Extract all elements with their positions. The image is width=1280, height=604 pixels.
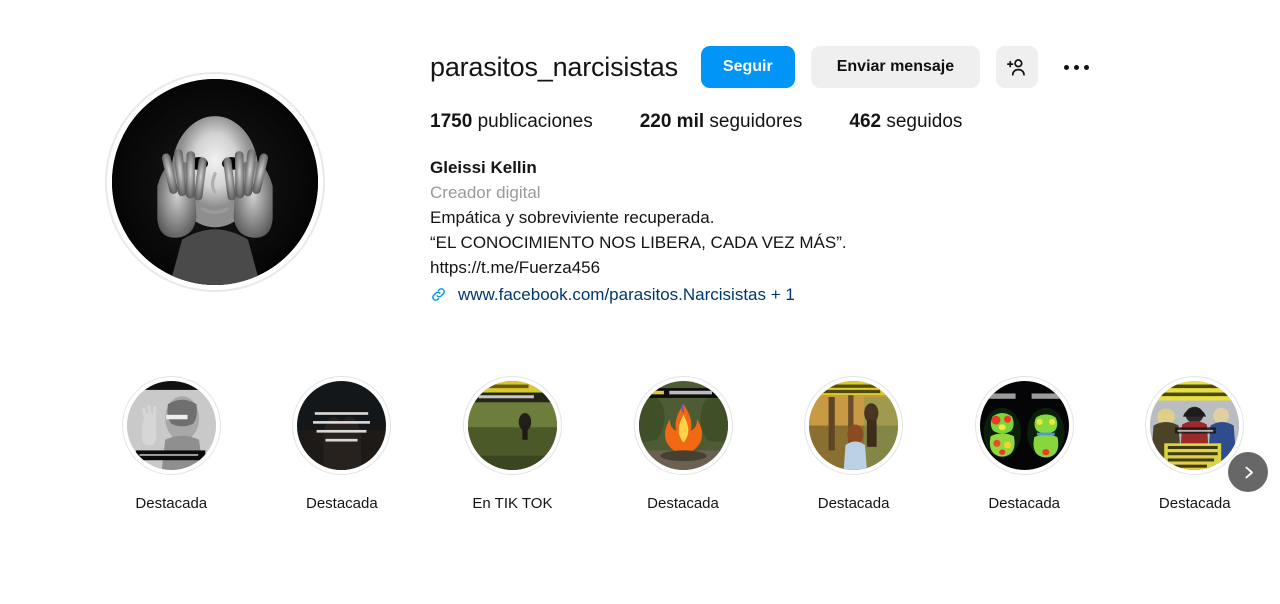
ellipsis-icon: [1063, 64, 1089, 70]
avatar-column: [0, 0, 430, 292]
highlight-label: Destacada: [817, 495, 890, 512]
followers-label: seguidores: [709, 111, 803, 132]
highlight-label: En TIK TOK: [472, 495, 553, 512]
highlight-item[interactable]: Destacada: [257, 376, 428, 512]
highlight-label: Destacada: [988, 495, 1061, 512]
username-row: parasitos_narcisistas Seguir Enviar mens…: [430, 44, 1280, 90]
story-highlights: Destacada Destacada En TIK TOK Destacada…: [0, 376, 1280, 512]
following-count: 462: [849, 111, 882, 132]
highlight-ring[interactable]: [121, 376, 221, 475]
bio-external-link[interactable]: www.facebook.com/parasitos.Narcisistas +…: [430, 282, 1280, 307]
bio-category: Creador digital: [430, 183, 541, 202]
highlight-label: Destacada: [647, 495, 719, 512]
posts-label: publicaciones: [477, 111, 593, 132]
stat-following[interactable]: 462 seguidos: [849, 111, 962, 133]
highlight-thumbnail: [1150, 381, 1240, 470]
bio-link-text: www.facebook.com/parasitos.Narcisistas +…: [458, 285, 795, 304]
bio-line-2: “EL CONOCIMIENTO NOS LIBERA, CADA VEZ MÁ…: [430, 233, 847, 252]
instagram-profile-page: parasitos_narcisistas Seguir Enviar mens…: [0, 0, 1280, 604]
highlight-ring[interactable]: [292, 376, 392, 475]
bio-line-1: Empática y sobreviviente recuperada.: [430, 208, 715, 227]
highlight-thumbnail: [467, 381, 557, 470]
posts-count: 1750: [430, 111, 473, 132]
highlight-thumbnail: [126, 381, 216, 470]
highlight-label: Destacada: [306, 495, 378, 512]
highlight-ring[interactable]: [804, 376, 904, 475]
link-chain-icon: [430, 286, 447, 303]
highlight-thumbnail: [638, 381, 728, 470]
send-message-button[interactable]: Enviar mensaje: [810, 46, 981, 88]
bio-display-name: Gleissi Kellin: [430, 158, 537, 177]
highlight-ring[interactable]: [462, 376, 562, 475]
stat-followers[interactable]: 220 mil seguidores: [640, 111, 803, 133]
add-person-icon[interactable]: [996, 46, 1039, 88]
highlight-ring[interactable]: [633, 376, 733, 475]
follow-button[interactable]: Seguir: [700, 46, 795, 88]
followers-count: 220 mil: [639, 111, 705, 132]
profile-stats: 1750 publicaciones 220 mil seguidores 46…: [430, 111, 1280, 133]
highlight-thumbnail: [809, 381, 899, 470]
highlight-label: Destacada: [1158, 495, 1231, 512]
highlight-item[interactable]: Destacada: [768, 376, 939, 512]
highlight-item[interactable]: Destacada: [1109, 376, 1280, 512]
more-options-button[interactable]: [1054, 46, 1098, 88]
highlight-item[interactable]: En TIK TOK: [427, 376, 598, 512]
profile-header: parasitos_narcisistas Seguir Enviar mens…: [0, 0, 1280, 307]
avatar-image: [112, 79, 318, 285]
profile-bio: Gleissi Kellin Creador digital Empática …: [430, 155, 1280, 307]
highlight-thumbnail: [297, 381, 387, 470]
chevron-right-icon: [1244, 466, 1253, 478]
highlight-item[interactable]: Destacada: [939, 376, 1110, 512]
profile-username: parasitos_narcisistas: [430, 51, 678, 82]
highlight-ring[interactable]: [1145, 376, 1245, 475]
profile-info-column: parasitos_narcisistas Seguir Enviar mens…: [430, 0, 1280, 307]
highlight-label: Destacada: [135, 495, 208, 512]
bio-line-3: https://t.me/Fuerza456: [430, 258, 601, 277]
avatar[interactable]: [105, 72, 325, 292]
next-highlights-button[interactable]: [1228, 452, 1268, 492]
following-label: seguidos: [886, 111, 963, 132]
highlight-ring[interactable]: [974, 376, 1074, 475]
highlight-item[interactable]: Destacada: [598, 376, 769, 512]
stat-posts[interactable]: 1750 publicaciones: [430, 111, 593, 133]
highlight-item[interactable]: Destacada: [86, 376, 257, 512]
highlight-thumbnail: [979, 381, 1069, 470]
